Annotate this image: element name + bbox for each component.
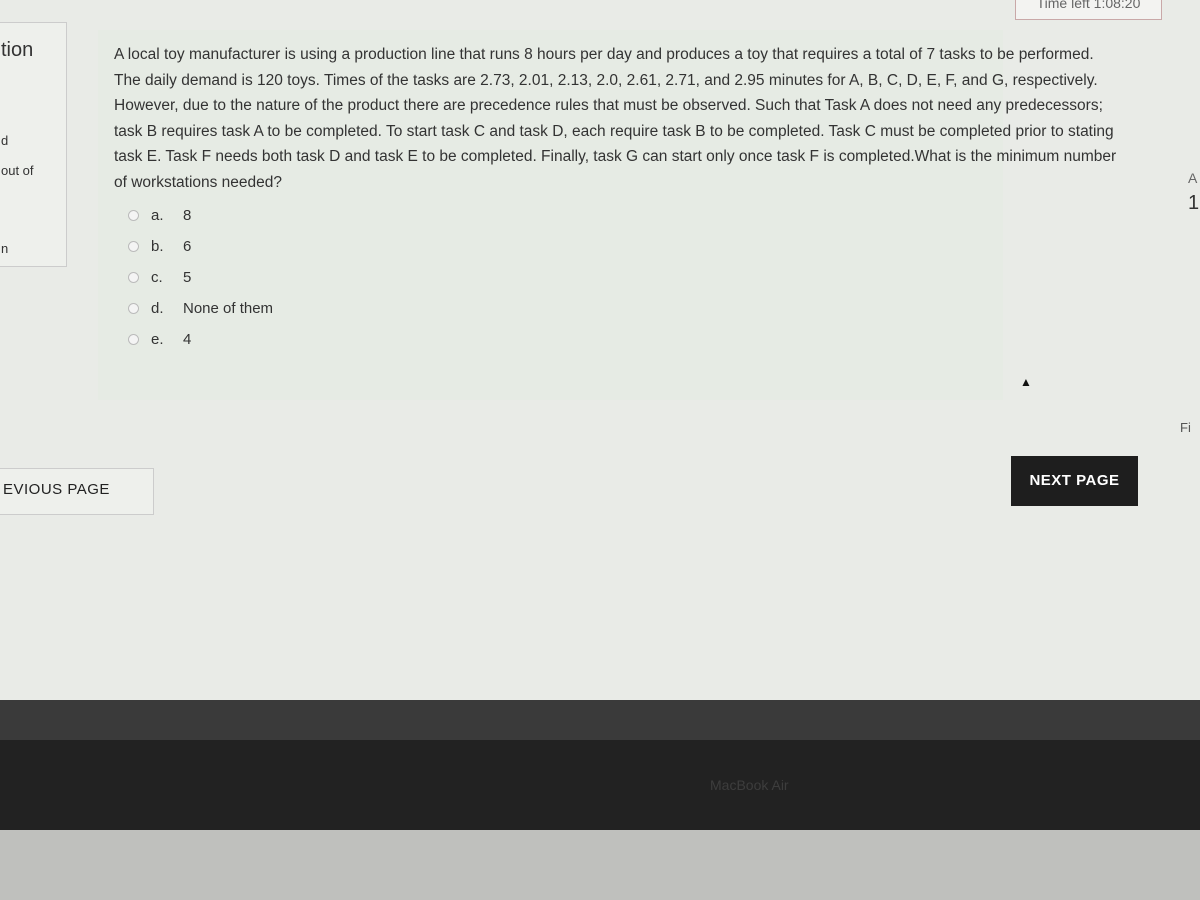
question-box: A local toy manufacturer is using a prod…: [98, 30, 1116, 400]
right-panel-text: A: [1188, 170, 1198, 186]
finish-link[interactable]: Fi: [1180, 420, 1191, 435]
option-text: 8: [183, 207, 192, 224]
option-letter: c.: [151, 269, 163, 286]
option-c[interactable]: c. 5: [128, 262, 273, 293]
answer-options: a. 8 b. 6 c. 5 d. None of them e. 4: [128, 200, 273, 355]
option-e[interactable]: e. 4: [128, 324, 273, 355]
previous-page-button[interactable]: EVIOUS PAGE: [0, 468, 154, 515]
option-letter: d.: [151, 300, 164, 317]
option-letter: e.: [151, 331, 164, 348]
right-panel-number: 1: [1188, 192, 1200, 214]
time-left: Time left 1:08:20: [1015, 0, 1162, 20]
radio-button[interactable]: [128, 241, 139, 252]
radio-button[interactable]: [128, 334, 139, 345]
desk-surface: [0, 830, 1200, 900]
option-text: None of them: [183, 300, 274, 317]
option-letter: b.: [151, 238, 164, 255]
mouse-cursor-icon: ▲: [1020, 375, 1032, 389]
question-info-panel: tion d out of n: [0, 22, 67, 267]
question-label: tion: [1, 39, 34, 61]
question-text: A local toy manufacturer is using a prod…: [114, 46, 1117, 191]
option-letter: a.: [151, 207, 164, 224]
radio-button[interactable]: [128, 272, 139, 283]
radio-button[interactable]: [128, 210, 139, 221]
option-a[interactable]: a. 8: [128, 200, 273, 231]
option-d[interactable]: d. None of them: [128, 293, 273, 324]
status-text: d: [1, 133, 9, 148]
marks-text: out of: [1, 163, 34, 178]
screen-bezel: [0, 700, 1200, 740]
laptop-base: [0, 740, 1200, 840]
device-label: MacBook Air: [710, 777, 789, 793]
option-text: 5: [183, 269, 192, 286]
option-text: 6: [183, 238, 192, 255]
radio-button[interactable]: [128, 303, 139, 314]
option-b[interactable]: b. 6: [128, 231, 273, 262]
screen: Time left 1:08:20 tion d out of n A loca…: [0, 0, 1200, 700]
option-text: 4: [183, 331, 192, 348]
flag-text: n: [1, 241, 9, 256]
next-page-button[interactable]: NEXT PAGE: [1011, 456, 1138, 506]
